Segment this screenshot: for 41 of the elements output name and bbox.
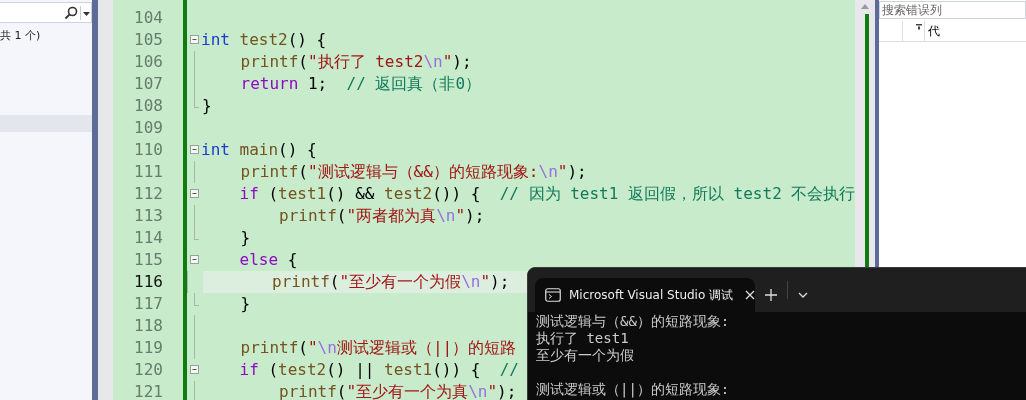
line-number: 110 [133, 139, 164, 161]
line-number: 115 [133, 249, 164, 271]
line-number: 109 [133, 117, 164, 139]
line-number: 118 [133, 315, 164, 337]
code-line: int main() { [201, 139, 317, 161]
code-line: } [239, 293, 251, 315]
line-number: 104 [133, 7, 164, 29]
line-number: 108 [133, 95, 164, 117]
column-header[interactable]: 代 [925, 21, 1026, 41]
code-line: if (test1() && test2()) { // 因为 test1 返回假，所以 test2 不会执行 [238, 183, 856, 205]
line-number: 119 [133, 337, 164, 359]
line-number: 112 [133, 183, 164, 205]
code-line: printf("执行了 test2\n"); [239, 51, 472, 73]
terminal-tab[interactable]: Microsoft Visual Studio 调试 [535, 278, 755, 312]
line-number: 120 [133, 359, 164, 381]
code-line: printf("测试逻辑与（&&）的短路现象:\n"); [239, 161, 587, 183]
line-number: 106 [133, 51, 164, 73]
line-number: 114 [133, 227, 164, 249]
line-number: 105 [133, 29, 164, 51]
line-number: 117 [133, 293, 164, 315]
line-number: 121 [133, 381, 164, 400]
code-line: if (test2() || test1()) { // [238, 359, 519, 381]
line-number: 107 [133, 73, 164, 95]
output-line: 测试逻辑与（&&）的短路现象: [536, 313, 731, 330]
line-number: 111 [133, 161, 164, 183]
code-line: } [202, 95, 212, 117]
code-line: printf("至少有一个为假\n"); [271, 271, 510, 293]
output-line: 执行了 test1 [536, 330, 630, 347]
code-line: printf("至少有一个为真\n"); [278, 381, 517, 400]
code-line: int test2() { [201, 29, 327, 51]
code-line: else { [238, 249, 298, 271]
line-number: 116 [133, 271, 164, 293]
output-line: 至少有一个为假 [536, 347, 635, 364]
output-line: 测试逻辑或（||）的短路现象: [536, 381, 731, 398]
result-count: 共 1 个) [0, 28, 42, 44]
code-line: return 1; // 返回真（非0） [239, 73, 482, 95]
code-line: } [239, 227, 251, 249]
line-number: 113 [133, 205, 164, 227]
code-line: printf("两者都为真\n"); [278, 205, 485, 227]
search-field[interactable]: 搜索错误列 [879, 1, 1026, 19]
code-line: printf("\n测试逻辑或（||）的短路 [239, 337, 517, 359]
